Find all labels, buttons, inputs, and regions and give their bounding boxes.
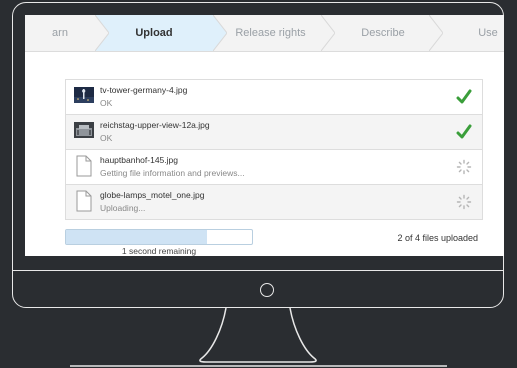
monitor-stand [70, 307, 447, 367]
